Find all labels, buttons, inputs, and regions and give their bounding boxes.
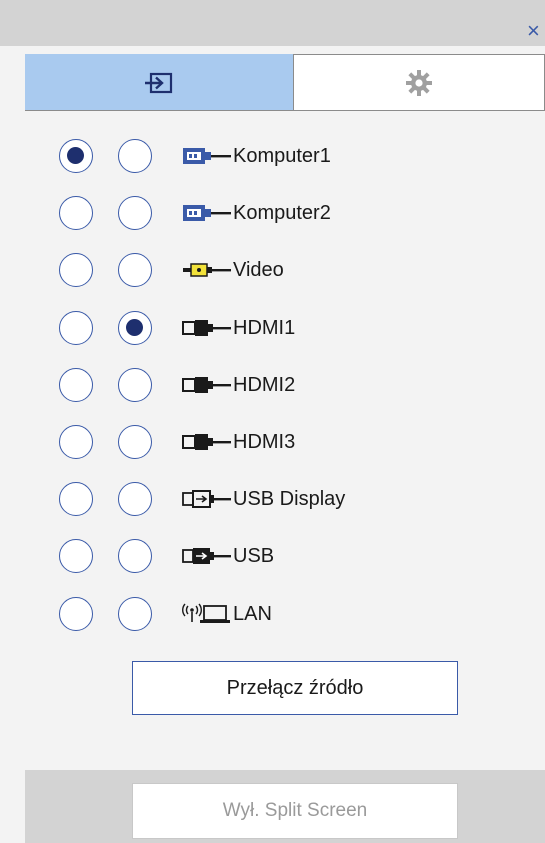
hdmi-plug-icon [182, 434, 231, 450]
tab-settings[interactable] [293, 54, 545, 111]
split-screen-off-label: Wył. Split Screen [222, 800, 368, 821]
source-label: Komputer2 [233, 202, 331, 225]
computer-port-icon [183, 205, 231, 222]
split-screen-off-button[interactable]: Wył. Split Screen [132, 783, 458, 839]
left-screen-radio[interactable] [59, 596, 93, 631]
close-button[interactable]: × [527, 16, 545, 46]
close-icon: × [527, 18, 540, 43]
right-screen-radio[interactable] [118, 482, 152, 517]
source-row: Komputer1 [25, 136, 545, 176]
split-screen-source-panel: × Komputer1 Komputer2 Video HDMI1 HDMI2 … [0, 0, 545, 843]
source-label: LAN [233, 602, 272, 625]
source-row: HDMI3 [25, 422, 545, 462]
source-row: HDMI2 [25, 365, 545, 405]
video-rca-icon [183, 263, 231, 278]
source-row: Komputer2 [25, 193, 545, 233]
right-screen-radio[interactable] [118, 425, 152, 459]
source-label: Komputer1 [233, 145, 331, 167]
gear-icon [406, 70, 432, 96]
right-screen-radio[interactable] [118, 539, 152, 574]
right-screen-radio[interactable] [118, 596, 152, 631]
right-screen-radio[interactable] [118, 139, 152, 173]
left-screen-radio[interactable] [59, 253, 93, 288]
left-screen-radio[interactable] [59, 539, 93, 574]
left-screen-radio[interactable] [59, 310, 93, 345]
title-bar: × [0, 0, 545, 46]
right-screen-radio[interactable] [118, 196, 152, 231]
left-screen-radio[interactable] [59, 482, 93, 517]
left-screen-radio[interactable] [59, 196, 93, 231]
hdmi-plug-icon [182, 376, 231, 393]
source-row: HDMI1 [25, 308, 545, 348]
lan-wireless-icon [182, 603, 230, 623]
right-screen-radio[interactable] [118, 253, 152, 288]
source-label: HDMI1 [233, 316, 296, 339]
source-row: USB Display [25, 479, 545, 519]
left-screen-radio[interactable] [59, 367, 93, 402]
right-screen-radio[interactable] [118, 367, 152, 402]
source-row: LAN [25, 594, 545, 634]
source-label: HDMI3 [233, 431, 296, 453]
source-label: USB [233, 545, 275, 568]
left-screen-radio[interactable] [59, 425, 93, 459]
source-label: Video [233, 259, 284, 282]
source-list-panel: Komputer1 Komputer2 Video HDMI1 HDMI2 HDMI3 US… [25, 110, 545, 770]
source-row: Video [25, 250, 545, 290]
tab-bar [25, 54, 545, 111]
usb-icon [182, 548, 231, 565]
source-row: USB [25, 536, 545, 576]
source-label: USB Display [233, 488, 346, 511]
left-screen-radio[interactable] [59, 139, 93, 173]
source-label: HDMI2 [233, 373, 296, 396]
usb-display-icon [182, 490, 231, 509]
input-arrow-icon [145, 72, 173, 93]
bottom-bar: Wył. Split Screen [25, 770, 545, 843]
right-screen-radio[interactable] [118, 310, 152, 345]
tab-input[interactable] [25, 54, 293, 111]
computer-port-icon [183, 148, 231, 164]
switch-source-label: Przełącz źródło [226, 676, 364, 699]
hdmi-plug-icon [182, 319, 231, 336]
switch-source-button[interactable]: Przełącz źródło [132, 661, 458, 715]
